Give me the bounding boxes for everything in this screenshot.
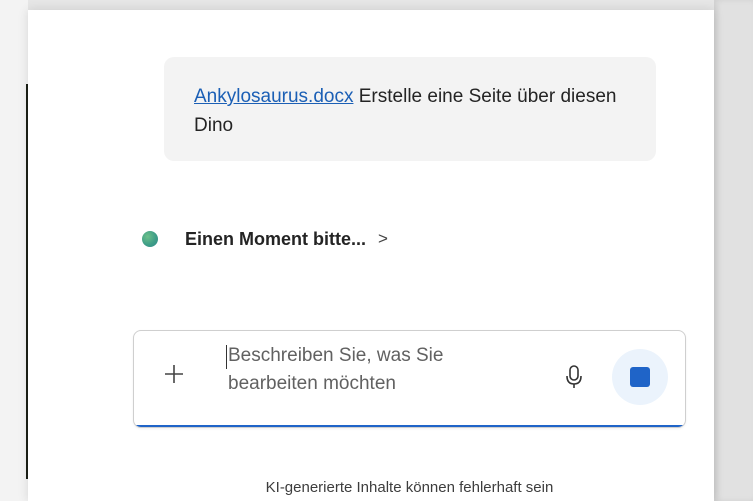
chat-pane: Ankylosaurus.docx Erstelle eine Seite üb…	[28, 10, 714, 501]
copilot-status-icon	[142, 231, 158, 247]
user-message-bubble: Ankylosaurus.docx Erstelle eine Seite üb…	[164, 57, 656, 161]
input-focus-underline	[134, 425, 685, 427]
plus-icon[interactable]	[162, 362, 186, 386]
microphone-icon[interactable]	[564, 364, 584, 390]
file-attachment-link[interactable]: Ankylosaurus.docx	[194, 86, 353, 107]
background-window-edge	[0, 0, 28, 501]
right-panel-edge	[714, 0, 753, 501]
copilot-window: Ankylosaurus.docx Erstelle eine Seite üb…	[0, 0, 753, 501]
status-text: Einen Moment bitte...	[185, 228, 367, 249]
stop-generating-button[interactable]	[612, 349, 668, 405]
stop-icon	[630, 367, 650, 387]
chevron-right-icon[interactable]: >	[378, 229, 388, 249]
prompt-composer	[133, 330, 686, 428]
text-caret	[226, 345, 227, 369]
ai-disclaimer: KI-generierte Inhalte können fehlerhaft …	[265, 479, 554, 496]
prompt-input[interactable]	[228, 342, 528, 412]
assistant-status-row: Einen Moment bitte... >	[142, 224, 388, 254]
